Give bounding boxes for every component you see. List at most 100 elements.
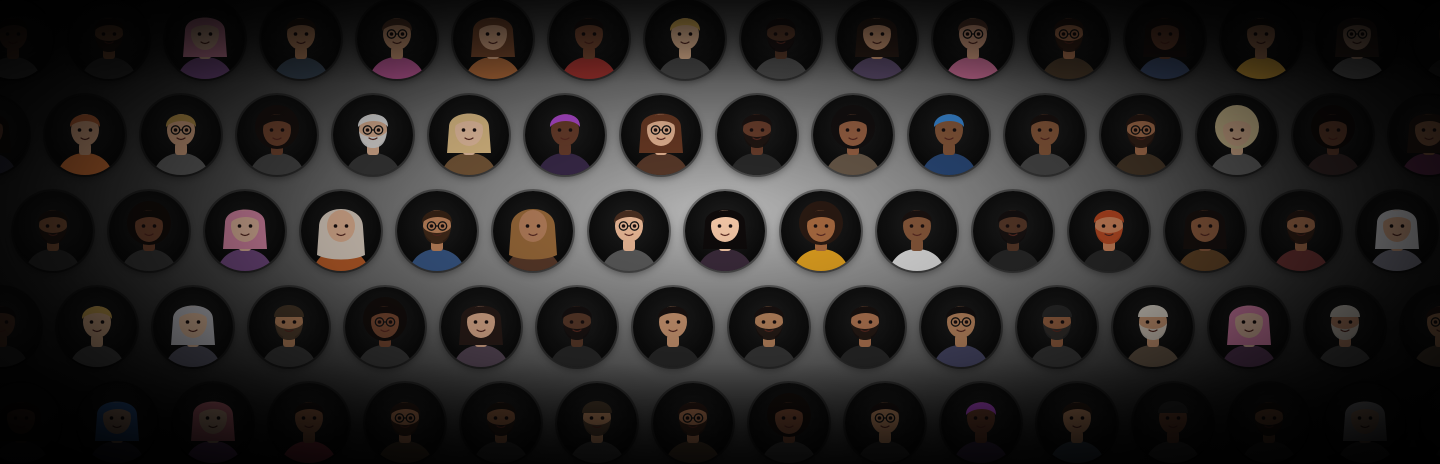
- avatar-woman-hijab-light-illustration: [312, 209, 370, 271]
- avatar-man-glasses-waving-illustration: [408, 210, 466, 271]
- avatar-woman-curly-illustration: [120, 201, 178, 271]
- avatar-man-glasses-beard-illustration: [1040, 18, 1098, 79]
- avatar-woman-afro: [1293, 95, 1373, 175]
- avatar-woman-curly-illustration: [760, 393, 818, 463]
- avatar-man-bald-beard: [717, 95, 797, 175]
- avatar-man-yellow-hoodie-illustration: [1232, 18, 1290, 79]
- avatar-woman-curly-blonde: [1197, 95, 1277, 175]
- avatar-woman-pink-hair-illustration: [216, 209, 274, 271]
- avatar-woman-straight-dark-illustration: [452, 305, 510, 367]
- avatar-man-dark: [0, 287, 41, 367]
- avatar-man-yellow-hoodie: [1221, 0, 1301, 79]
- avatar-man-white-hair: [333, 95, 413, 175]
- avatar-man-dark-beard-illustration: [984, 210, 1042, 271]
- avatar-man-glasses-illustration: [1412, 306, 1440, 367]
- avatar-man-beard-illustration: [1240, 402, 1298, 463]
- avatar-man-short-beard: [1261, 191, 1341, 271]
- avatar-man-kufi-illustration: [1124, 305, 1182, 367]
- avatar-woman-blue-hair: [77, 383, 157, 463]
- avatar-woman-pink-waves-illustration: [1220, 305, 1278, 367]
- avatar-man-pink-hoodie-illustration: [944, 18, 1002, 79]
- avatar-man-beard-illustration: [80, 18, 138, 79]
- avatar-man-short-hair: [1037, 383, 1117, 463]
- avatar-woman-curly-afro: [237, 95, 317, 175]
- avatar-woman-crown-illustration: [1176, 209, 1234, 271]
- avatar-man-hoodie: [877, 191, 957, 271]
- avatar-man-cap-beard-illustration: [1028, 305, 1086, 367]
- avatar-woman-curly: [109, 191, 189, 271]
- avatar-woman-dark-illustration: [0, 401, 50, 463]
- avatar-man-heavy-beard: [741, 0, 821, 79]
- avatar-man-glasses-beard-illustration: [376, 402, 434, 463]
- avatar-woman-long-dark-illustration: [848, 17, 906, 79]
- avatar-woman-long-hair: [1389, 95, 1440, 175]
- avatar-man-dark-illustration: [0, 306, 30, 367]
- avatar-woman-beanie: [1133, 383, 1213, 463]
- avatar-man-swept-hair: [633, 287, 713, 367]
- avatar-girl-curly-smile-illustration: [792, 201, 850, 271]
- avatar-man-purple-hair: [941, 383, 1021, 463]
- avatar-man-dark-illustration: [1432, 449, 1440, 463]
- avatar-man-glasses-dark: [921, 287, 1001, 367]
- avatar-woman-dark: [0, 95, 29, 175]
- avatar-man-heavy-beard-illustration: [752, 18, 810, 79]
- avatar-woman-long-hair-illustration: [1400, 113, 1440, 175]
- avatar-man-beard: [13, 191, 93, 271]
- avatar-woman-rainbow-hair: [173, 383, 253, 463]
- avatar-man-glasses-waving: [397, 191, 477, 271]
- avatar-man-purple-hair-illustration: [952, 402, 1010, 463]
- avatar-woman-curly-black-illustration: [824, 105, 882, 175]
- avatar-man-glasses: [1401, 287, 1440, 367]
- avatar-woman-pink-hair: [205, 191, 285, 271]
- avatar-man-blue-hair-illustration: [920, 114, 978, 175]
- avatar-woman-afro-illustration: [1304, 105, 1362, 175]
- avatar-man-beard-illustration: [472, 402, 530, 463]
- avatar-man-blonde: [645, 0, 725, 79]
- avatar-woman-dark-bun: [549, 0, 629, 79]
- avatar-woman-hijab-brown: [493, 191, 573, 271]
- avatar-man-beanie-illustration: [568, 401, 626, 463]
- avatar-man-ginger-illustration: [56, 114, 114, 175]
- avatar-man-purple-hair: [525, 95, 605, 175]
- avatar-woman-curly-afro-illustration: [248, 105, 306, 175]
- avatar-woman-curly-black: [813, 95, 893, 175]
- avatar-man-bald-dark: [537, 287, 617, 367]
- avatar-woman-braids-illustration: [1136, 17, 1194, 79]
- avatar-man-beard-illustration: [24, 210, 82, 271]
- avatar-curly-dark: [0, 0, 53, 79]
- avatar-man-short-hair: [261, 0, 341, 79]
- avatar-man-glasses-beard: [1029, 0, 1109, 79]
- avatar-man-glasses-curly: [357, 0, 437, 79]
- avatar-woman-wavy-brown: [453, 0, 533, 79]
- avatar-woman-hijab-brown-illustration: [504, 209, 562, 271]
- avatar-curly-dark-illustration: [0, 18, 42, 79]
- avatar-man-blonde: [57, 287, 137, 367]
- avatar-man-swept-hair-illustration: [644, 306, 702, 367]
- avatar-woman-pink-waves: [1209, 287, 1289, 367]
- avatar-man-round-face: [1005, 95, 1085, 175]
- avatar-woman-dark-illustration: [0, 115, 18, 175]
- avatar-man-ginger: [45, 95, 125, 175]
- avatar-man-kufi: [1113, 287, 1193, 367]
- avatar-man-bald-beard-illustration: [728, 114, 786, 175]
- avatar-man-short-beard-illustration: [1272, 210, 1330, 271]
- avatar-woman-silver-hair: [153, 287, 233, 367]
- avatar-man-glasses-fringe-illustration: [600, 210, 658, 271]
- avatar-man-bald-dark-illustration: [548, 306, 606, 367]
- avatar-woman-sunglasses-curly-illustration: [356, 297, 414, 367]
- avatar-woman-grey-hair: [1325, 383, 1405, 463]
- avatar-man-glasses-curly-illustration: [368, 18, 426, 79]
- avatar-man-glasses-blonde: [141, 95, 221, 175]
- avatar-man-red-beard: [1069, 191, 1149, 271]
- avatar-man-glasses-fringe: [589, 191, 669, 271]
- avatar-man-beard: [1229, 383, 1309, 463]
- avatar-woman-white-hair-illustration: [1368, 209, 1426, 271]
- avatar-woman-crown: [1165, 191, 1245, 271]
- avatar-man-blue-hair: [909, 95, 989, 175]
- avatar-man-beanie: [557, 383, 637, 463]
- avatar-woman-pink-hair-illustration: [176, 17, 234, 79]
- avatar-man-fade-illustration: [740, 306, 798, 367]
- avatar-woman-hijab-light: [301, 191, 381, 271]
- avatar-man-glasses-beard: [365, 383, 445, 463]
- avatar-man-sunglasses-illustration: [856, 402, 914, 463]
